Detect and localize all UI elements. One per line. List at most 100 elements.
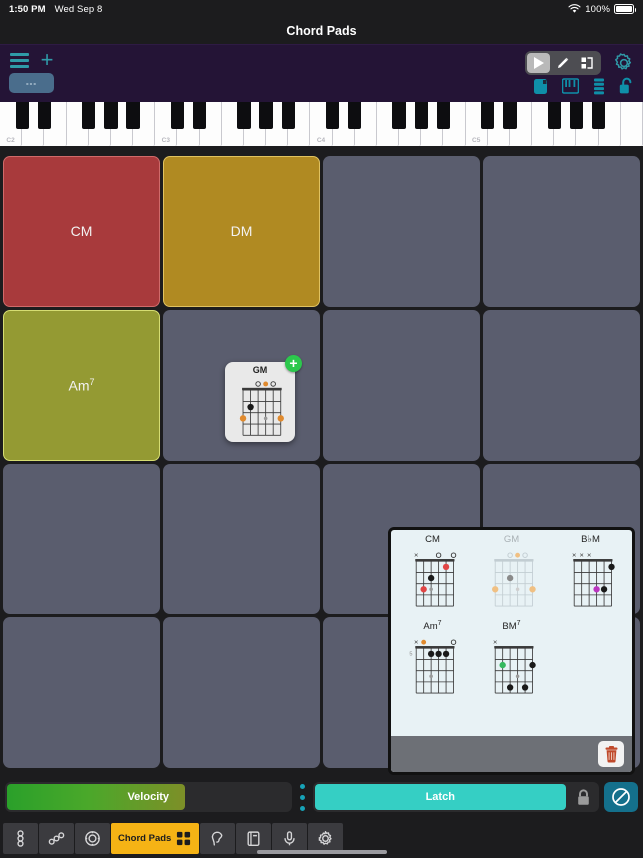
muted-string-marker: × (414, 638, 418, 647)
octave-label: C5 (472, 137, 481, 144)
piano-white-key[interactable] (620, 102, 643, 146)
hamburger-menu-icon[interactable] (10, 53, 29, 68)
chord-library-item[interactable]: GM (472, 534, 551, 620)
preset-button[interactable]: --- (9, 73, 54, 93)
piano-black-key[interactable] (592, 102, 606, 129)
chord-library-item[interactable]: BM7 × (472, 620, 551, 706)
chord-pad-empty[interactable] (323, 309, 480, 461)
finger-dot (506, 684, 513, 691)
delete-chord-button[interactable] (598, 741, 624, 767)
velocity-slider[interactable]: Velocity (5, 782, 292, 812)
piano-black-key[interactable] (259, 102, 273, 129)
finger-dot (592, 586, 600, 593)
play-mode-button[interactable] (527, 53, 551, 73)
tab-ear[interactable] (200, 823, 236, 854)
piano-black-key[interactable] (348, 102, 362, 129)
piano-black-key[interactable] (414, 102, 428, 129)
open-string-marker (450, 552, 456, 558)
chord-pad-empty[interactable] (3, 463, 160, 615)
chord-library-item[interactable]: B♭M × × × (551, 534, 630, 620)
chord-pads-app: 1:50 PM Wed Sep 8 100% Chord Pads + --- (0, 0, 643, 858)
piano-keyboard[interactable]: C2 C3 C4 C5 (0, 102, 643, 146)
piano-black-key[interactable] (481, 102, 495, 129)
chain-diagonal-icon (48, 832, 65, 845)
finger-dot (528, 662, 536, 669)
piano-black-key[interactable] (325, 102, 340, 129)
finger-dot (277, 415, 284, 422)
chord-pad-empty[interactable] (3, 617, 160, 768)
chord-pad-label: DM (230, 223, 253, 240)
finger-dot (427, 650, 434, 658)
finger-dot (607, 563, 615, 571)
layout-mode-button[interactable] (576, 53, 599, 73)
latch-control-group: Latch (312, 782, 599, 812)
piano-black-key[interactable] (436, 102, 451, 129)
piano-black-key[interactable] (104, 102, 118, 129)
piano-black-key[interactable] (237, 102, 251, 129)
chord-diagram: × (414, 551, 456, 607)
status-time: 1:50 PM (9, 3, 46, 15)
open-string-marker-accent (263, 381, 269, 387)
piano-black-key[interactable] (392, 102, 406, 129)
trash-icon (605, 745, 617, 762)
latch-lock-button[interactable] (569, 784, 597, 810)
play-icon (533, 57, 544, 69)
piano-black-key[interactable] (503, 102, 517, 129)
piano-black-key[interactable] (15, 102, 29, 129)
gear-icon (615, 53, 632, 70)
keyboard-icon[interactable] (562, 78, 579, 94)
piano-black-key[interactable] (569, 102, 584, 129)
chord-diagram: ×5 (409, 638, 456, 694)
tab-chain-diagonal[interactable] (39, 823, 74, 854)
piano-black-key[interactable] (82, 102, 96, 129)
edit-mode-button[interactable] (551, 53, 574, 73)
mute-all-button[interactable] (604, 782, 638, 812)
dragged-chord-card[interactable]: + GM (225, 355, 302, 442)
tab-chord-pads[interactable]: Chord Pads (111, 823, 200, 854)
pad-square-icon[interactable] (533, 78, 548, 95)
strips-icon[interactable] (593, 78, 605, 95)
piano-black-key[interactable] (170, 102, 185, 129)
tab-circle-dotted[interactable] (75, 823, 110, 854)
chord-pad-filled[interactable]: DM (163, 156, 320, 307)
open-string-marker (255, 381, 261, 387)
chord-library-item[interactable]: Am7 × 5 (393, 620, 472, 706)
plus-icon[interactable]: + (38, 49, 56, 71)
chord-pad-empty[interactable] (483, 309, 640, 461)
finger-dot (498, 662, 506, 669)
layout-split-icon (581, 57, 594, 69)
chord-pad-empty[interactable] (323, 156, 480, 307)
chord-pad-empty[interactable] (483, 156, 640, 307)
chord-pad-label: Am7 (68, 376, 95, 394)
finger-dot (239, 415, 247, 422)
chord-library-item-name: Am7 (423, 620, 442, 633)
unlock-icon[interactable] (619, 77, 635, 95)
piano-black-key[interactable] (281, 102, 295, 129)
toolbar-secondary-row (533, 77, 635, 95)
toolbar-settings-button[interactable] (613, 52, 635, 74)
latch-button[interactable]: Latch (314, 784, 566, 810)
chord-pad-empty[interactable] (163, 463, 320, 615)
chord-library-item-name: GM (503, 534, 520, 545)
status-bar: 1:50 PM Wed Sep 8 100% (0, 0, 643, 18)
mode-segmented-control (525, 51, 601, 75)
piano-black-key[interactable] (192, 102, 207, 129)
chord-pad-filled[interactable]: CM (3, 156, 160, 307)
finger-dot (506, 574, 513, 582)
chord-library-item-name: BM7 (502, 620, 521, 633)
chord-library-item[interactable]: CM × (393, 534, 472, 620)
piano-black-key[interactable] (37, 102, 51, 129)
piano-black-key[interactable] (547, 102, 561, 129)
piano-black-key[interactable] (126, 102, 140, 129)
velocity-label: Velocity (127, 791, 170, 803)
tab-chain-vertical[interactable] (3, 823, 38, 854)
chord-pad-filled[interactable]: Am7 (3, 309, 160, 461)
chord-library-item-name: CM (425, 534, 440, 545)
finger-dot (263, 416, 268, 421)
finger-dot (491, 586, 498, 593)
book-icon (247, 831, 260, 846)
page-title: Chord Pads (286, 24, 357, 38)
chord-library-grid: CM × GM B♭M × × × Am7 × 5 BM7 × (391, 530, 632, 736)
chord-pad-empty[interactable] (163, 617, 320, 768)
add-chord-badge[interactable]: + (285, 355, 302, 372)
